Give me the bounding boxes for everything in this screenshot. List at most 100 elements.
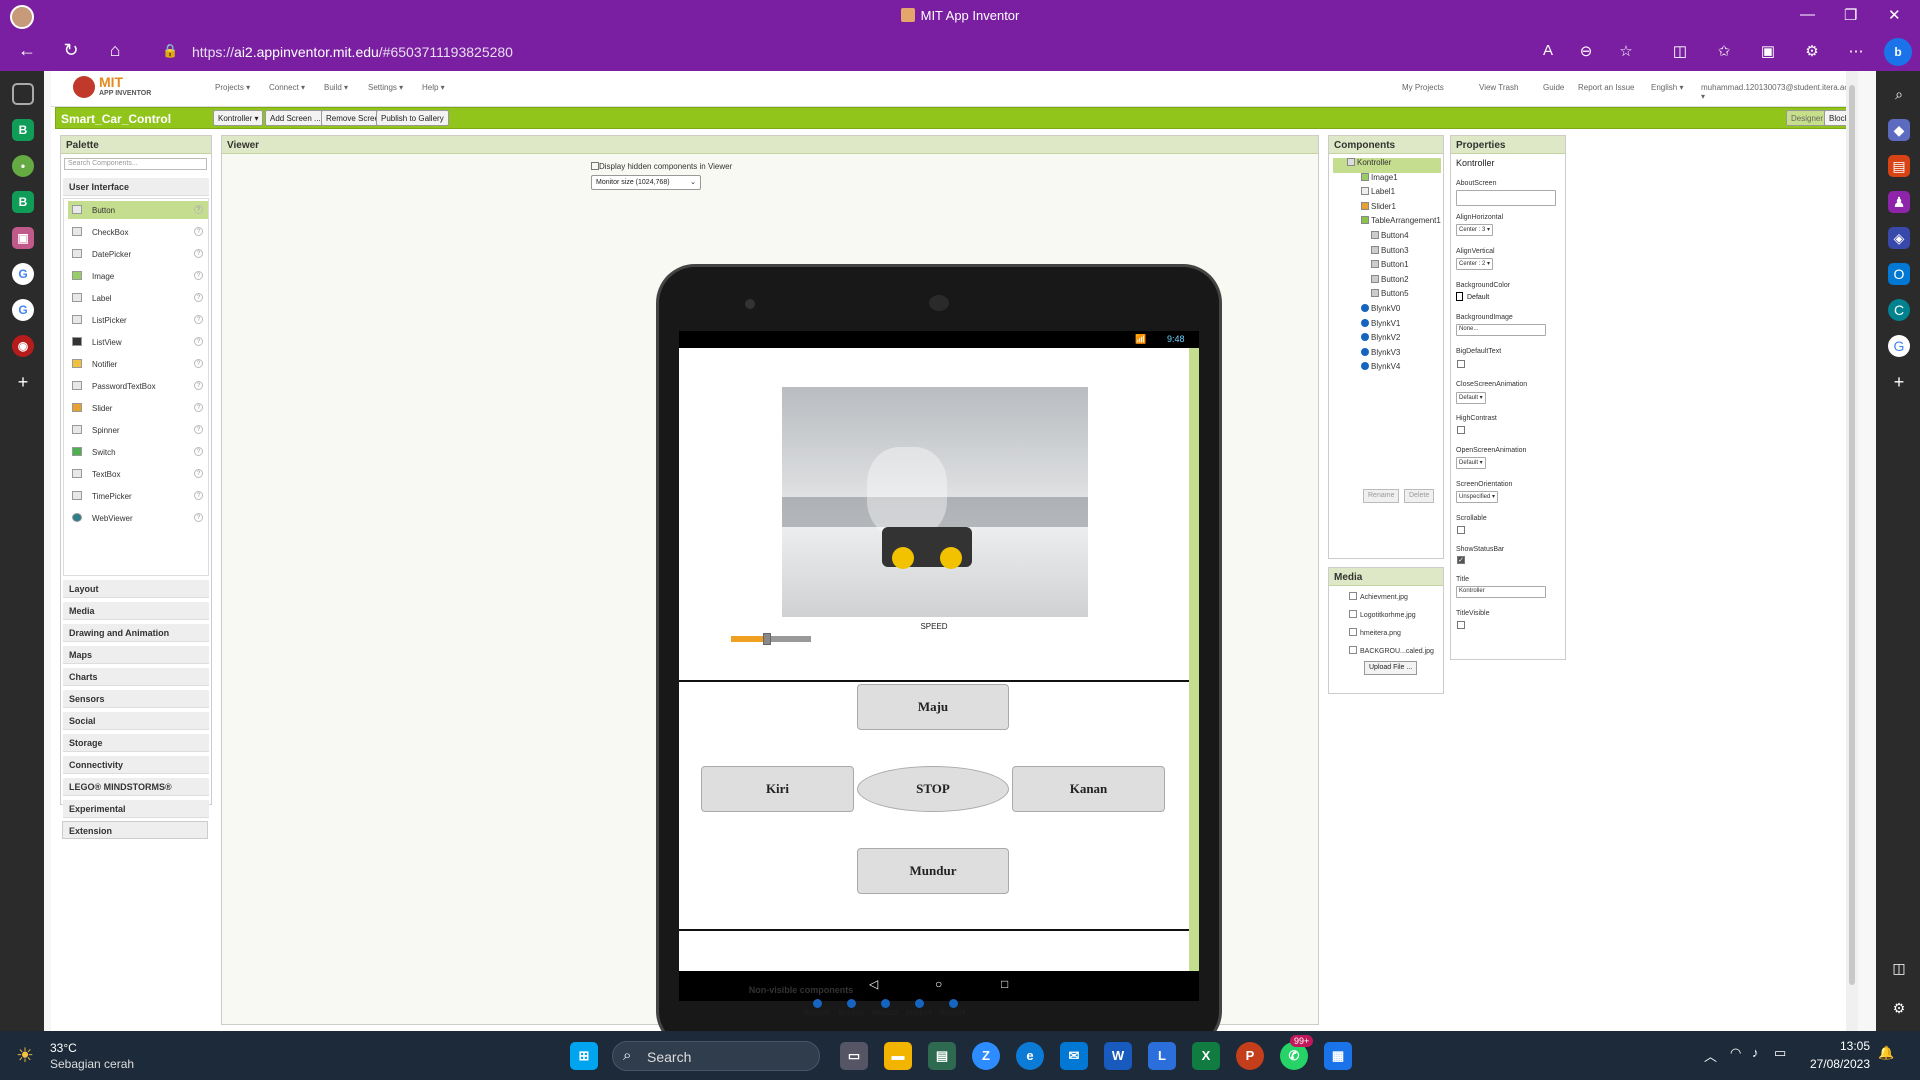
help-icon[interactable]: ? (194, 469, 203, 478)
menu-connect[interactable]: Connect ▾ (269, 83, 305, 92)
pinned-tab-game-icon[interactable]: • (12, 155, 34, 177)
help-icon[interactable]: ? (194, 205, 203, 214)
prop-bgcolor-picker[interactable]: Default (1456, 292, 1489, 301)
category-media[interactable]: Media (63, 602, 209, 620)
prop-bigtext-checkbox[interactable] (1457, 360, 1465, 368)
file-explorer-icon[interactable]: ▬ (884, 1042, 912, 1070)
weather-desc[interactable]: Sebagian cerah (50, 1057, 134, 1071)
component-tree-item[interactable]: Button5 (1333, 289, 1441, 304)
sidebar-search-icon[interactable]: ⌕ (1888, 83, 1910, 105)
category-maps[interactable]: Maps (63, 646, 209, 664)
split-screen-icon[interactable]: ◫ (1670, 42, 1690, 60)
tray-chevron-icon[interactable]: ︿ (1704, 1046, 1717, 1065)
help-icon[interactable]: ? (194, 315, 203, 324)
speed-slider[interactable] (731, 633, 811, 645)
palette-item-button[interactable]: Button? (68, 201, 208, 219)
component-tree-item[interactable]: BlynkV3 (1333, 347, 1441, 363)
image1-car-photo[interactable] (782, 387, 1088, 617)
category-user-interface[interactable]: User Interface (63, 178, 209, 196)
page-scrollbar[interactable] (1846, 71, 1858, 1031)
maximize-button[interactable]: ❐ (1844, 6, 1857, 24)
menu-build[interactable]: Build ▾ (324, 83, 348, 92)
help-icon[interactable]: ? (194, 359, 203, 368)
favorite-star-icon[interactable]: ☆ (1616, 42, 1636, 60)
sidebar-add-icon[interactable]: + (1888, 371, 1910, 393)
prop-orientation-select[interactable]: Unspecified ▾ (1456, 491, 1499, 503)
prop-showstatus-checkbox[interactable]: ✓ (1457, 556, 1465, 564)
refresh-icon[interactable]: ↻ (58, 40, 84, 64)
sidebar-tools-icon[interactable]: ▤ (1888, 155, 1910, 177)
nonvisible-blynkv1[interactable]: BlynkV1 (836, 999, 866, 1017)
category-connectivity[interactable]: Connectivity (63, 756, 209, 774)
palette-item-listview[interactable]: ListView? (68, 333, 208, 351)
pinned-tab-b-icon[interactable]: B (12, 119, 34, 141)
more-options-icon[interactable]: ⋯ (1846, 42, 1866, 60)
scrollbar-track[interactable] (1189, 348, 1199, 971)
left-button[interactable]: Kiri (701, 766, 854, 812)
weather-temp[interactable]: 33°C (50, 1041, 77, 1055)
sidebar-outlook-icon[interactable]: O (1888, 263, 1910, 285)
wifi-icon[interactable]: ◠ (1730, 1045, 1741, 1061)
clock-time[interactable]: 13:05 (1810, 1039, 1870, 1053)
notification-icon[interactable]: 🔔 (1878, 1045, 1894, 1061)
collections-icon[interactable]: ▣ (1758, 42, 1778, 60)
category-drawing-animation[interactable]: Drawing and Animation (63, 624, 209, 642)
help-icon[interactable]: ? (194, 249, 203, 258)
palette-item-datepicker[interactable]: DatePicker? (68, 245, 208, 263)
media-file-item[interactable]: BACKGROU...caled.jpg (1349, 646, 1434, 655)
battery-icon[interactable]: ▭ (1774, 1045, 1786, 1061)
prop-bgimage-input[interactable]: None... (1456, 324, 1546, 336)
prop-title-input[interactable]: Kontroller (1456, 586, 1546, 598)
prop-highcontrast-checkbox[interactable] (1457, 426, 1465, 434)
minimize-button[interactable]: — (1800, 6, 1815, 23)
help-icon[interactable]: ? (194, 337, 203, 346)
palette-item-slider[interactable]: Slider? (68, 399, 208, 417)
help-icon[interactable]: ? (194, 381, 203, 390)
media-file-item[interactable]: Logotitkorhme.jpg (1349, 610, 1416, 619)
sidebar-office-icon[interactable]: ◈ (1888, 227, 1910, 249)
component-tree-item[interactable]: Button1 (1333, 260, 1441, 275)
pinned-tab-b2-icon[interactable]: B (12, 191, 34, 213)
palette-item-textbox[interactable]: TextBox? (68, 465, 208, 483)
component-tree-item[interactable]: Button3 (1333, 245, 1441, 261)
prop-titlevisible-checkbox[interactable] (1457, 621, 1465, 629)
component-tree-item[interactable]: TableArrangement1 (1333, 216, 1441, 231)
palette-item-image[interactable]: Image? (68, 267, 208, 285)
back-arrow-icon[interactable]: ← (14, 40, 40, 64)
weather-icon[interactable]: ☀ (16, 1043, 34, 1068)
forward-button[interactable]: Maju (857, 684, 1009, 730)
close-button[interactable]: ✕ (1888, 6, 1901, 24)
excel-icon[interactable]: X (1192, 1042, 1220, 1070)
hidden-components-checkbox[interactable] (591, 162, 599, 170)
category-social[interactable]: Social (63, 712, 209, 730)
extensions-icon[interactable]: ⚙ (1802, 42, 1822, 60)
component-tree-item[interactable]: Label1 (1333, 187, 1441, 202)
mit-logo[interactable]: MIT APP INVENTOR (73, 74, 163, 104)
upload-file-button[interactable]: Upload File ... (1364, 661, 1418, 675)
speed-slider-thumb[interactable] (763, 633, 771, 645)
copilot-icon[interactable]: b (1884, 38, 1912, 66)
link-my-projects[interactable]: My Projects (1402, 83, 1444, 92)
palette-item-spinner[interactable]: Spinner? (68, 421, 208, 439)
hidden-components-toggle[interactable]: Display hidden components in Viewer (591, 162, 732, 171)
account-menu[interactable]: muhammad.120130073@student.itera.ac.id ▾ (1701, 83, 1858, 101)
sidebar-shopping-icon[interactable]: ◆ (1888, 119, 1910, 141)
category-layout[interactable]: Layout (63, 580, 209, 598)
prop-openanim-select[interactable]: Default ▾ (1456, 457, 1486, 469)
palette-item-checkbox[interactable]: CheckBox? (68, 223, 208, 241)
palette-item-notifier[interactable]: Notifier? (68, 355, 208, 373)
help-icon[interactable]: ? (194, 491, 203, 500)
edge-icon[interactable]: e (1016, 1042, 1044, 1070)
stop-button[interactable]: STOP (857, 766, 1009, 812)
palette-item-listpicker[interactable]: ListPicker? (68, 311, 208, 329)
notepad-icon[interactable]: ▦ (1324, 1042, 1352, 1070)
media-file-item[interactable]: hmeitera.png (1349, 628, 1401, 637)
zoom-out-icon[interactable]: ⊖ (1576, 42, 1596, 60)
sidebar-games-icon[interactable]: ♟ (1888, 191, 1910, 213)
word-icon[interactable]: W (1104, 1042, 1132, 1070)
menu-help[interactable]: Help ▾ (422, 83, 445, 92)
nonvisible-blynkv4[interactable]: BlynkV4 (938, 999, 968, 1017)
pinned-tab-red-icon[interactable]: ◉ (12, 335, 34, 357)
start-icon[interactable]: ⊞ (570, 1042, 598, 1070)
sidebar-google-icon[interactable]: G (1888, 335, 1910, 357)
